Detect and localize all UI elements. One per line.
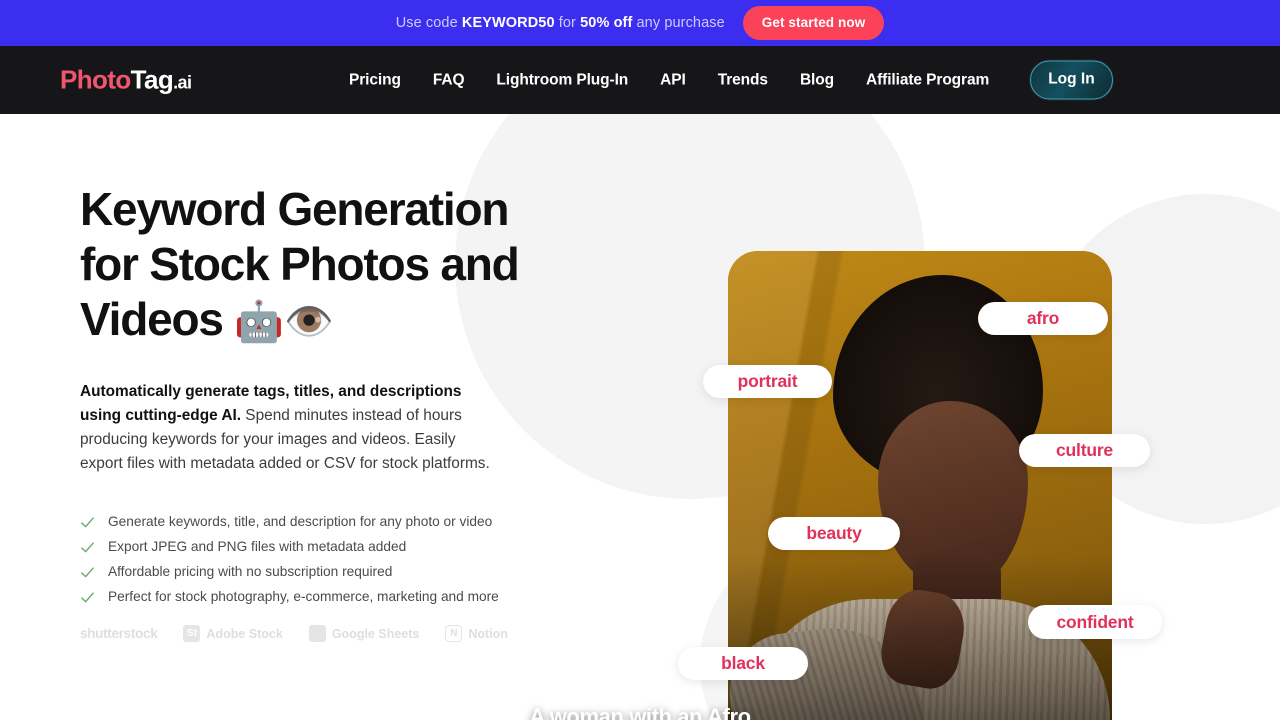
nav-item-trends[interactable]: Trends	[718, 71, 768, 89]
hero-title-line-2: for Stock Photos and	[80, 238, 520, 290]
nav-item-affiliate-program[interactable]: Affiliate Program	[866, 71, 989, 89]
main-navbar: PhotoTag.ai Pricing FAQ Lightroom Plug-I…	[0, 46, 1280, 114]
hero-title-line-3: Videos	[80, 293, 235, 345]
hero-title-line-1: Keyword Generation	[80, 183, 509, 235]
nav-item-blog[interactable]: Blog	[800, 71, 834, 89]
feature-label: Affordable pricing with no subscription …	[108, 564, 393, 579]
logo-part-tag: Tag	[130, 64, 174, 95]
page-title: Keyword Generation for Stock Photos and …	[80, 182, 640, 350]
tag-pill-afro[interactable]: afro	[978, 302, 1108, 335]
nav-item-pricing[interactable]: Pricing	[349, 71, 401, 89]
promo-discount: 50% off	[580, 15, 633, 31]
tag-pill-beauty[interactable]: beauty	[768, 517, 900, 550]
partner-notion: N Notion	[445, 625, 508, 642]
partner-label: Notion	[468, 626, 508, 641]
logo[interactable]: PhotoTag.ai	[60, 64, 192, 96]
list-item: Perfect for stock photography, e-commerc…	[80, 589, 640, 605]
partner-google-sheets: Google Sheets	[308, 625, 420, 642]
nav-links: Pricing FAQ Lightroom Plug-In API Trends…	[349, 60, 1113, 100]
feature-label: Export JPEG and PNG files with metadata …	[108, 539, 407, 554]
adobe-stock-icon: St	[183, 625, 201, 642]
tag-pill-black[interactable]: black	[678, 647, 808, 680]
partner-label: Google Sheets	[331, 626, 420, 641]
promo-prefix: Use code	[395, 15, 462, 31]
feature-label: Generate keywords, title, and descriptio…	[108, 514, 493, 529]
tag-pill-confident[interactable]: confident	[1028, 605, 1162, 639]
tag-pill-portrait[interactable]: portrait	[703, 365, 832, 398]
hero-description: Automatically generate tags, titles, and…	[80, 380, 500, 476]
partner-logos: shutterstock St Adobe Stock Google Sheet…	[80, 625, 640, 642]
hero-section: Keyword Generation for Stock Photos and …	[0, 114, 1280, 720]
list-item: Export JPEG and PNG files with metadata …	[80, 539, 640, 555]
tag-pill-culture[interactable]: culture	[1019, 434, 1150, 467]
nav-item-lightroom-plugin[interactable]: Lightroom Plug-In	[496, 71, 628, 89]
promo-suffix: any purchase	[632, 15, 725, 31]
hero-content: Keyword Generation for Stock Photos and …	[80, 182, 640, 642]
nav-item-faq[interactable]: FAQ	[433, 71, 465, 89]
notion-icon: N	[445, 625, 463, 642]
nav-item-api[interactable]: API	[660, 71, 686, 89]
list-item: Generate keywords, title, and descriptio…	[80, 514, 640, 530]
check-icon	[81, 516, 94, 527]
promo-middle: for	[554, 15, 581, 31]
check-icon	[81, 591, 94, 602]
list-item: Affordable pricing with no subscription …	[80, 564, 640, 580]
check-icon	[81, 541, 94, 552]
partner-label: shutterstock	[80, 626, 158, 641]
robot-eye-emoji: 🤖👁️	[234, 300, 334, 344]
logo-part-photo: Photo	[60, 64, 131, 95]
logo-part-ai: .ai	[173, 72, 192, 93]
partner-shutterstock: shutterstock	[80, 626, 158, 641]
photo-caption: A woman with an Afro proudly embracing h…	[0, 702, 1280, 720]
google-sheets-icon	[308, 625, 326, 642]
get-started-button[interactable]: Get started now	[742, 6, 885, 40]
feature-label: Perfect for stock photography, e-commerc…	[108, 589, 499, 604]
promo-text: Use code KEYWORD50 for 50% off any purch…	[396, 15, 725, 31]
promo-banner: Use code KEYWORD50 for 50% off any purch…	[0, 0, 1280, 46]
partner-label: Adobe Stock	[206, 626, 283, 641]
caption-line-1: A woman with an Afro	[529, 704, 751, 720]
login-button[interactable]: Log In	[1030, 60, 1113, 100]
feature-list: Generate keywords, title, and descriptio…	[80, 514, 640, 605]
partner-adobe-stock: St Adobe Stock	[183, 625, 283, 642]
check-icon	[81, 566, 94, 577]
promo-code: KEYWORD50	[461, 15, 555, 31]
